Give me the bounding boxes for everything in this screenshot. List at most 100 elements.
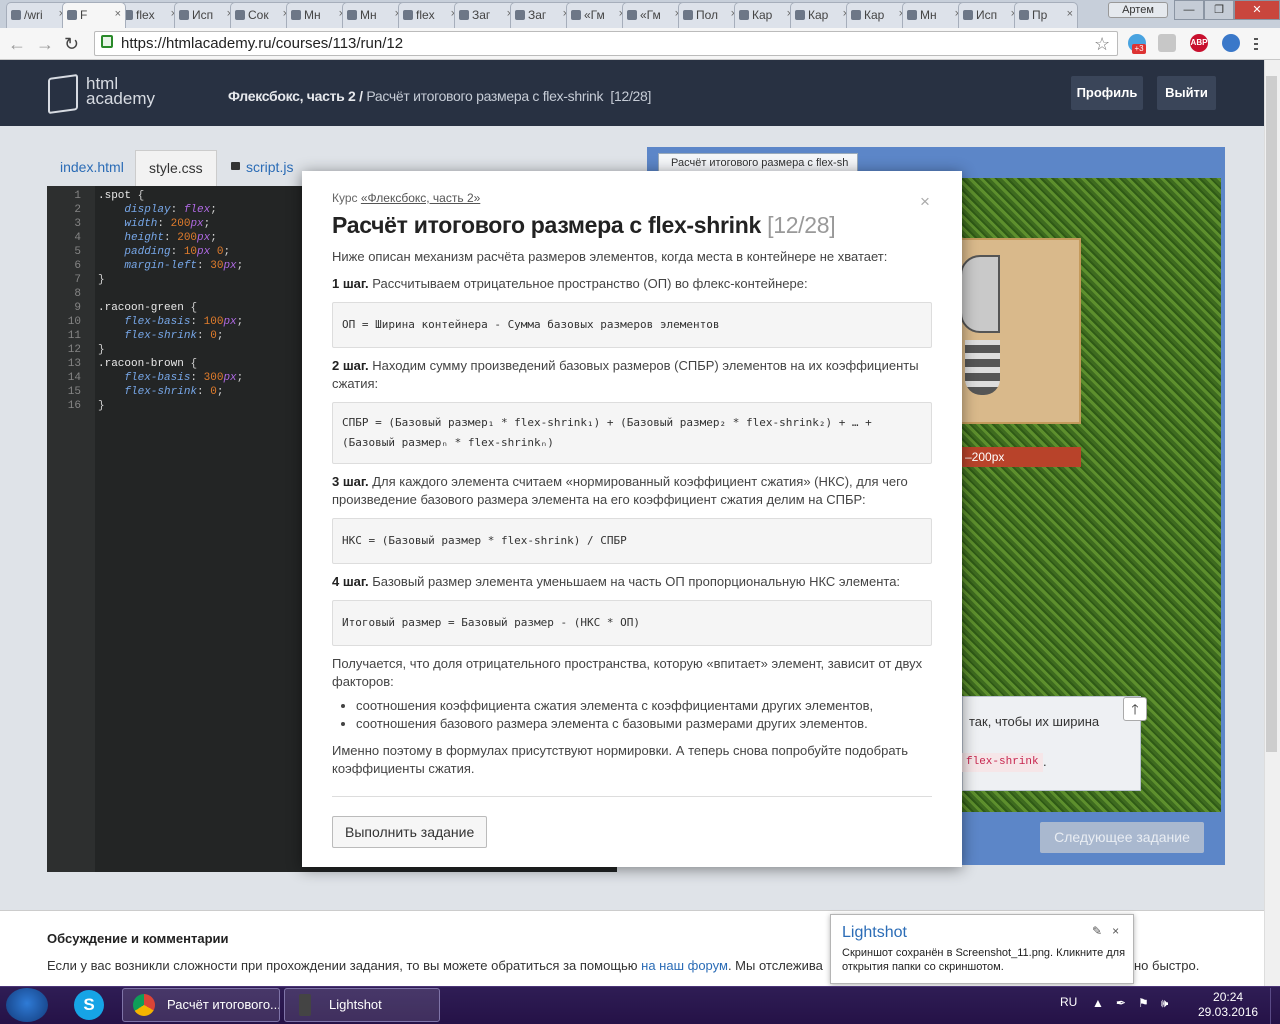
bookmark-star-icon[interactable]: ☆ (1094, 34, 1110, 55)
browser-tab[interactable]: Кар× (790, 2, 854, 28)
close-tab-icon[interactable]: × (115, 8, 121, 20)
browser-tab[interactable]: Пр × (1014, 2, 1078, 28)
code-content[interactable]: .spot { display: flex; width: 200px; hei… (98, 189, 243, 413)
browser-tab[interactable]: Пол× (678, 2, 742, 28)
tray-expand-icon[interactable]: ▲ (1092, 996, 1104, 1011)
line-number: 1 (74, 190, 81, 202)
browser-tab[interactable]: Исп× (174, 2, 238, 28)
modal-course-link[interactable]: «Флексбокс, часть 2» (361, 191, 480, 205)
collapse-arrow-icon[interactable]: 🡑 (1123, 697, 1147, 721)
discussion-text-before: Если у вас возникли сложности при прохож… (47, 958, 642, 973)
browser-tab-label: Мн (360, 8, 377, 22)
line-number: 4 (74, 232, 81, 244)
racoon-tail-image (965, 340, 1000, 395)
forum-link[interactable]: на наш форум (641, 958, 728, 973)
language-indicator[interactable]: RU (1060, 995, 1077, 1009)
racoon-image (960, 255, 1000, 333)
favicon-icon (907, 10, 917, 20)
browser-tab[interactable]: «Гм× (622, 2, 686, 28)
forward-icon[interactable]: → (36, 34, 54, 55)
browser-tab[interactable]: Заг× (510, 2, 574, 28)
profile-button[interactable]: Профиль (1071, 76, 1143, 110)
browser-tab[interactable]: Мн× (902, 2, 966, 28)
list-item: соотношения базового размера элемента с … (356, 715, 932, 733)
skype-icon[interactable]: S (74, 990, 104, 1020)
start-button-icon[interactable] (6, 988, 48, 1022)
browser-tab[interactable]: Мн× (342, 2, 406, 28)
maximize-icon[interactable]: ❐ (1204, 0, 1234, 20)
modal-outro: Именно поэтому в формулах присутствуют н… (332, 743, 908, 776)
flag-icon[interactable]: ⚑ (1138, 996, 1149, 1011)
logout-button[interactable]: Выйти (1157, 76, 1216, 110)
browser-tab[interactable]: Кар× (846, 2, 910, 28)
formula-op: ОП = Ширина контейнера - Сумма базовых р… (332, 302, 932, 348)
reload-icon[interactable]: ↻ (64, 34, 79, 55)
lock-icon (231, 162, 240, 170)
line-number: 8 (74, 288, 81, 300)
lightshot-icon (299, 994, 311, 1016)
favicon-icon (179, 10, 189, 20)
profile-chip[interactable]: Артем (1108, 2, 1168, 18)
pin-icon[interactable]: ✎ (1092, 924, 1102, 938)
browser-tab-label: Кар (752, 8, 773, 22)
browser-tab[interactable]: «Гм× (566, 2, 630, 28)
logo-text[interactable]: html academy (86, 75, 155, 108)
modal-step3: 3 шаг. Для каждого элемента считаем «нор… (332, 473, 932, 509)
close-icon[interactable]: × (920, 192, 930, 212)
logo-icon[interactable] (48, 73, 78, 115)
minimize-icon[interactable]: — (1174, 0, 1204, 20)
tab-index-html[interactable]: index.html (47, 150, 137, 187)
modal-intro: Ниже описан механизм расчёта размеров эл… (332, 249, 888, 264)
back-icon[interactable]: ← (8, 34, 26, 55)
show-desktop-button[interactable] (1270, 988, 1280, 1024)
browser-tab[interactable]: Заг× (454, 2, 518, 28)
task-code: flex-shrink (962, 753, 1043, 772)
browser-tab[interactable]: flex× (118, 2, 182, 28)
lightshot-notification[interactable]: Lightshot Скриншот сохранён в Screenshot… (830, 914, 1134, 984)
browser-tab-label: Исп (192, 8, 214, 22)
menu-icon[interactable] (1254, 38, 1258, 50)
divider (332, 796, 932, 797)
favicon-icon (11, 10, 21, 20)
taskbar-item-lightshot[interactable]: Lightshot (284, 988, 440, 1022)
theory-modal: Курс «Флексбокс, часть 2» Расчёт итогово… (302, 171, 962, 867)
tab-style-css[interactable]: style.css (135, 150, 217, 187)
modal-title: Расчёт итогового размера с flex-shrink [… (332, 212, 932, 239)
close-tab-icon[interactable]: × (1067, 8, 1073, 20)
browser-tab-label: F (80, 8, 88, 22)
browser-tab[interactable]: Сок× (230, 2, 294, 28)
adblock-icon[interactable]: ABP (1190, 34, 1208, 52)
shield-icon[interactable] (1158, 34, 1176, 52)
browser-tab-label: Заг (472, 8, 491, 22)
logo-line2: academy (86, 89, 155, 108)
browser-tab[interactable]: /wri× (6, 2, 70, 28)
taskbar-item-chrome[interactable]: Расчёт итогового... (122, 988, 280, 1022)
next-task-button[interactable]: Следующее задание (1040, 822, 1204, 853)
browser-tab[interactable]: F × (62, 2, 126, 28)
browser-tab[interactable]: Кар× (734, 2, 798, 28)
browser-tab[interactable]: flex× (398, 2, 462, 28)
browser-tab-label: Кар (864, 8, 885, 22)
step3-label: 3 шаг. (332, 474, 369, 489)
clock[interactable]: 20:24 29.03.2016 (1198, 990, 1258, 1020)
tab-script-js[interactable]: script.js (218, 150, 306, 187)
favicon-icon (291, 10, 301, 20)
line-number: 7 (74, 274, 81, 286)
breadcrumb-course[interactable]: Флексбокс, часть 2 (228, 88, 356, 104)
scrollbar-thumb[interactable] (1266, 76, 1277, 752)
globe-icon[interactable] (1222, 34, 1240, 52)
size-indicator: –200px (962, 447, 1081, 467)
notification-title: Lightshot (842, 924, 907, 941)
address-bar[interactable]: https://htmlacademy.ru/courses/113/run/1… (94, 31, 1118, 56)
run-task-button[interactable]: Выполнить задание (332, 816, 488, 848)
browser-tab[interactable]: Мн× (286, 2, 350, 28)
browser-tab[interactable]: Исп× (958, 2, 1022, 28)
line-number: 10 (67, 316, 81, 328)
close-icon[interactable]: × (1112, 924, 1119, 938)
volume-icon[interactable]: 🕪 (1161, 996, 1169, 1011)
modal-step4: 4 шаг. Базовый размер элемента уменьшаем… (332, 573, 932, 591)
line-number: 11 (67, 330, 81, 342)
pen-icon[interactable]: ✒ (1116, 996, 1126, 1011)
close-window-icon[interactable]: ✕ (1234, 0, 1280, 20)
browser-tab-label: «Гм (640, 8, 661, 22)
